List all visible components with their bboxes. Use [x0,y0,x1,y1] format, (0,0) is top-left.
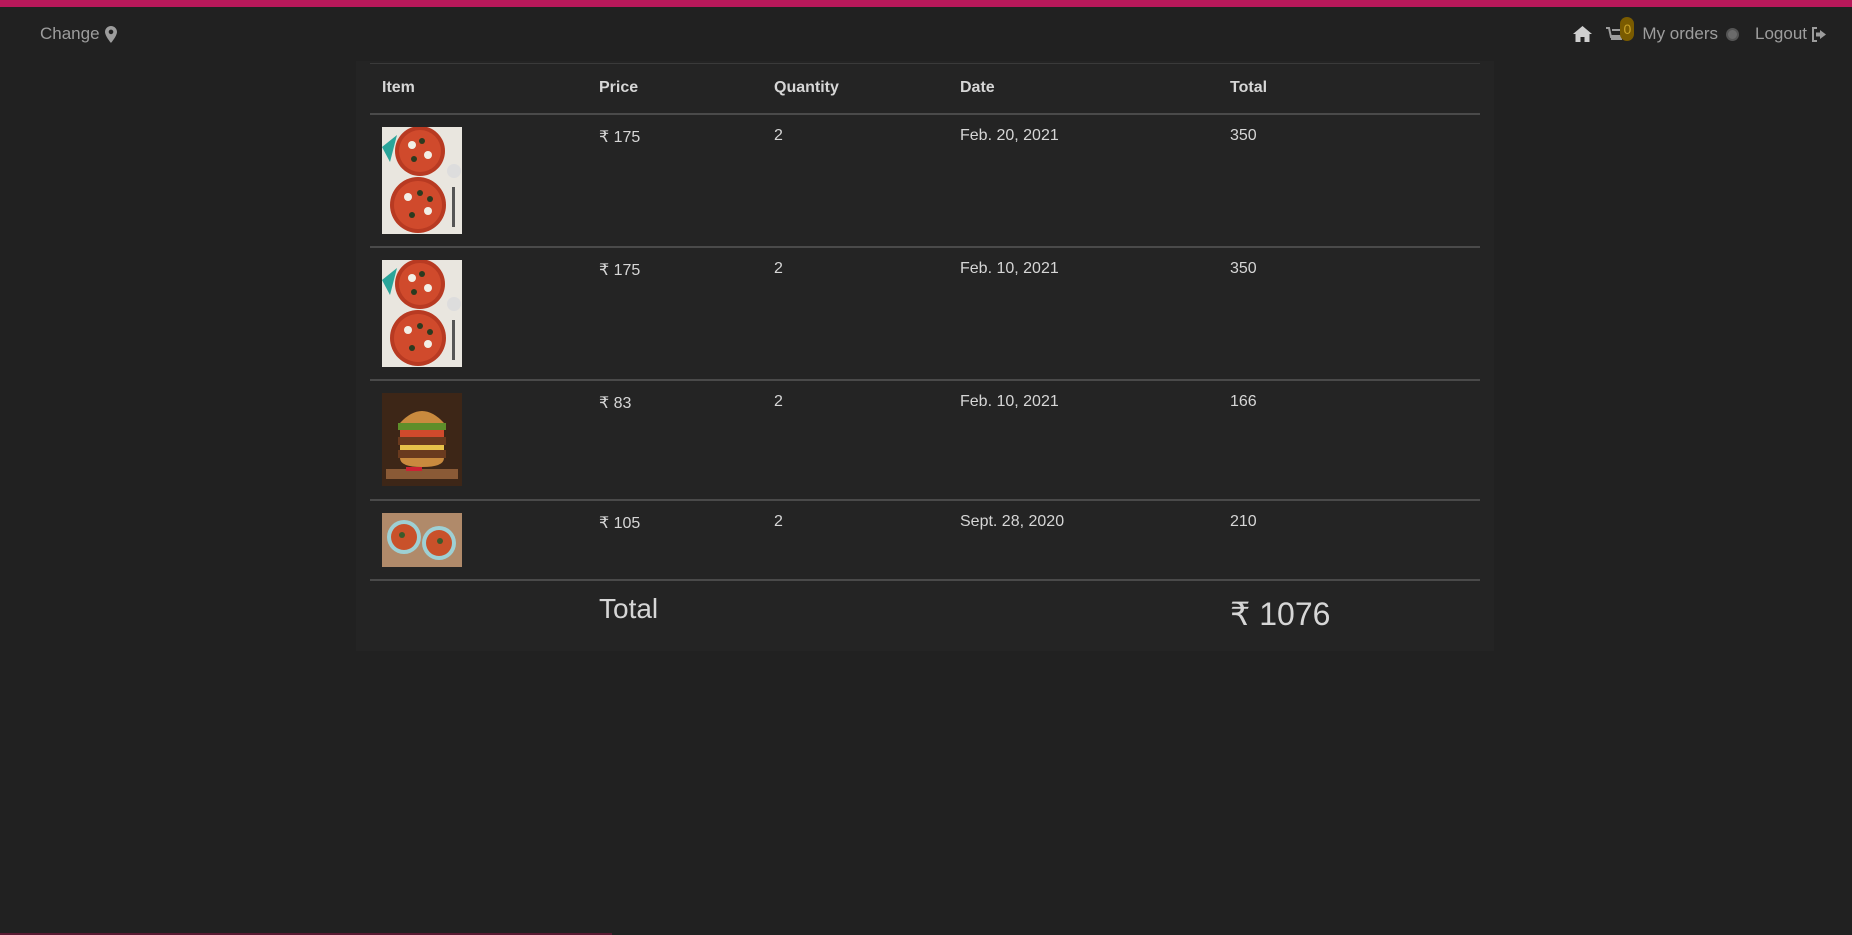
price-cell: ₹ 175 [587,246,762,381]
quantity-cell: 2 [762,499,948,581]
date-cell: Sept. 28, 2020 [948,499,1218,581]
quantity-cell: 2 [762,246,948,381]
cart-count-badge: 0 [1620,17,1635,41]
grand-total-value: ₹ 1076 [1230,595,1331,632]
sign-out-icon [1812,26,1826,42]
date-cell: Feb. 10, 2021 [948,379,1218,501]
change-label: Change [40,24,100,43]
logout-label: Logout [1755,24,1807,43]
quantity-cell: 2 [762,113,948,248]
item-cell [370,246,587,381]
logout-link[interactable]: Logout [1755,24,1828,44]
item-cell [370,379,587,501]
item-cell [370,113,587,248]
total-cell: 166 [1218,379,1480,501]
change-location-link[interactable]: Change [40,24,117,44]
soup-image [382,512,462,567]
navbar: Change 0 My orders Logout [0,7,1852,61]
date-cell: Feb. 20, 2021 [948,113,1218,248]
date-cell: Feb. 10, 2021 [948,246,1218,381]
total-label: Total [599,592,659,624]
total-cell: 350 [1218,246,1480,381]
total-value-cell: ₹ 1076 [1218,580,1480,645]
table-row: ₹ 105 2 Sept. 28, 2020 210 [370,499,1480,581]
total-label-cell: Total [587,580,1218,645]
price-cell: ₹ 175 [587,113,762,248]
header-price: Price [587,63,762,115]
item-cell [370,499,587,581]
price-cell: ₹ 105 [587,499,762,581]
home-icon[interactable] [1573,26,1593,42]
empty-cell [370,580,587,645]
table-row: ₹ 83 2 Feb. 10, 2021 166 [370,379,1480,501]
header-quantity: Quantity [762,63,948,115]
my-orders-label: My orders [1642,24,1718,43]
pizza-image [382,259,462,367]
map-marker-icon [104,25,117,43]
quantity-cell: 2 [762,379,948,501]
total-row: Total ₹ 1076 [370,580,1480,645]
top-accent-bar [0,0,1852,7]
total-cell: 350 [1218,113,1480,248]
status-dot-icon [1726,27,1739,41]
my-orders-link[interactable]: My orders [1642,24,1739,44]
burger-image [382,392,462,486]
pizza-image [382,126,462,234]
total-cell: 210 [1218,499,1480,581]
table-row: ₹ 175 2 Feb. 10, 2021 350 [370,246,1480,381]
table-row: ₹ 175 2 Feb. 20, 2021 350 [370,113,1480,248]
table-header-row: Item Price Quantity Date Total [370,63,1480,115]
header-date: Date [948,63,1218,115]
header-item: Item [370,63,587,115]
header-total: Total [1218,63,1480,115]
price-cell: ₹ 83 [587,379,762,501]
cart-button[interactable]: 0 [1606,17,1635,42]
orders-table: Item Price Quantity Date Total ₹ 175 2 F… [370,63,1480,645]
